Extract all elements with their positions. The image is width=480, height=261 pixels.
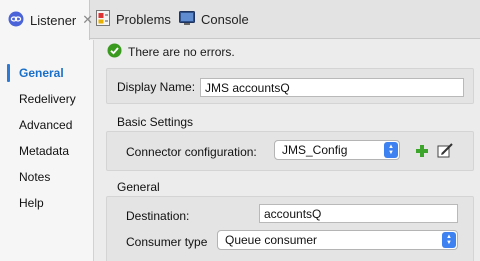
connector-config-value: JMS_Config: [282, 143, 348, 157]
problems-icon: [96, 10, 110, 29]
listener-icon: [8, 11, 24, 30]
properties-nav: General Redelivery Advanced Metadata Not…: [0, 40, 94, 261]
status-message: There are no errors.: [107, 43, 235, 61]
connector-config-select[interactable]: JMS_Config ▲ ▼: [274, 140, 400, 160]
chevron-updown-icon: ▲ ▼: [384, 142, 398, 158]
tab-console[interactable]: Console: [179, 0, 249, 39]
display-name-field[interactable]: JMS accountsQ: [200, 78, 464, 97]
consumer-type-select[interactable]: Queue consumer ▲ ▼: [217, 230, 458, 250]
general-panel: Destination: accountsQ Consumer type Que…: [106, 196, 474, 261]
editor-tab-bar: Listener ✕ Problems Console: [0, 0, 480, 40]
properties-content: There are no errors. Display Name: JMS a…: [95, 40, 480, 261]
add-icon[interactable]: [414, 143, 430, 159]
destination-field[interactable]: accountsQ: [259, 204, 458, 223]
nav-item-notes[interactable]: Notes: [0, 164, 94, 190]
edit-icon[interactable]: [437, 142, 453, 158]
chevron-updown-icon: ▲ ▼: [442, 232, 456, 248]
display-name-panel: Display Name: JMS accountsQ: [106, 68, 474, 104]
status-text: There are no errors.: [128, 45, 235, 59]
check-circle-icon: [107, 43, 122, 61]
display-name-label: Display Name:: [117, 80, 196, 94]
nav-item-general[interactable]: General: [0, 60, 94, 86]
tab-label: Console: [201, 12, 249, 27]
consumer-type-label: Consumer type: [126, 235, 208, 249]
tab-label: Listener: [30, 12, 77, 28]
tab-listener[interactable]: Listener ✕: [0, 0, 93, 40]
general-title: General: [117, 180, 160, 194]
destination-label: Destination:: [126, 209, 190, 223]
nav-item-redelivery[interactable]: Redelivery: [0, 86, 94, 112]
basic-settings-title: Basic Settings: [117, 115, 194, 129]
tab-label: Problems: [116, 12, 171, 27]
console-icon: [179, 10, 195, 29]
tab-problems[interactable]: Problems: [96, 0, 171, 39]
basic-settings-panel: Connector configuration: JMS_Config ▲ ▼: [106, 131, 474, 171]
nav-item-advanced[interactable]: Advanced: [0, 112, 94, 138]
connector-config-label: Connector configuration:: [126, 145, 257, 159]
nav-item-metadata[interactable]: Metadata: [0, 138, 94, 164]
nav-item-help[interactable]: Help: [0, 190, 94, 216]
close-icon[interactable]: ✕: [82, 12, 93, 28]
consumer-type-value: Queue consumer: [225, 233, 318, 247]
